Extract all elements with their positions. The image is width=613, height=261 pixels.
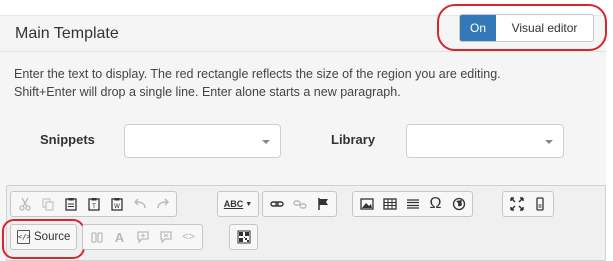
spellcheck-group: ABC ▼	[217, 191, 259, 217]
snippets-label: Snippets	[40, 132, 95, 147]
table-icon[interactable]	[378, 193, 401, 215]
redo-icon[interactable]	[151, 193, 174, 215]
qr-group	[229, 224, 258, 250]
visual-editor-toggle[interactable]: On Visual editor	[459, 14, 594, 42]
show-blocks-icon[interactable]	[528, 193, 551, 215]
image-icon[interactable]	[355, 193, 378, 215]
spell-check-label: ABC	[223, 199, 244, 209]
paste-text-icon[interactable]: T	[82, 193, 105, 215]
chevron-down-icon	[262, 140, 270, 144]
show-tags-icon[interactable]: <>	[177, 226, 200, 248]
qr-code-icon[interactable]	[232, 226, 255, 248]
globe-icon[interactable]	[447, 193, 470, 215]
svg-text:T: T	[91, 203, 96, 210]
comment-remove-icon[interactable]	[154, 226, 177, 248]
special-char-icon[interactable]: Ω	[424, 193, 447, 215]
comment-add-icon[interactable]	[131, 226, 154, 248]
template-icon[interactable]: A	[108, 226, 131, 248]
link-icon[interactable]	[265, 193, 288, 215]
cut-icon[interactable]	[13, 193, 36, 215]
link-group	[262, 191, 337, 217]
find-icon[interactable]	[85, 226, 108, 248]
page-title: Main Template	[15, 25, 119, 42]
copy-icon[interactable]	[36, 193, 59, 215]
maximize-icon[interactable]	[505, 193, 528, 215]
horizontal-rule-icon[interactable]	[401, 193, 424, 215]
chevron-down-icon	[545, 140, 553, 144]
toggle-visual-editor[interactable]: Visual editor	[496, 15, 593, 41]
toggle-on[interactable]: On	[460, 15, 496, 41]
chevron-down-icon: ▼	[245, 200, 253, 208]
spell-check-icon[interactable]: ABC ▼	[220, 193, 256, 215]
anchor-flag-icon[interactable]	[311, 193, 334, 215]
library-label: Library	[331, 132, 376, 147]
svg-text:W: W	[114, 203, 120, 210]
source-button[interactable]: </> Source	[13, 226, 74, 248]
snippets-select[interactable]	[124, 124, 281, 158]
undo-icon[interactable]	[128, 193, 151, 215]
source-group: </> Source	[10, 224, 78, 250]
view-group	[502, 191, 554, 217]
insert-group: Ω	[352, 191, 473, 217]
paste-word-icon[interactable]: W	[105, 193, 128, 215]
source-icon: </>	[17, 230, 31, 244]
paste-icon[interactable]	[59, 193, 82, 215]
clipboard-group: T W	[10, 191, 177, 217]
tools-group: A <>	[82, 224, 203, 250]
unlink-icon[interactable]	[288, 193, 311, 215]
help-line-1: Enter the text to display. The red recta…	[14, 67, 501, 81]
help-text: Enter the text to display. The red recta…	[14, 65, 574, 101]
help-line-2: Shift+Enter will drop a single line. Ent…	[14, 85, 401, 99]
source-label: Source	[34, 231, 71, 243]
library-select[interactable]	[406, 124, 564, 158]
